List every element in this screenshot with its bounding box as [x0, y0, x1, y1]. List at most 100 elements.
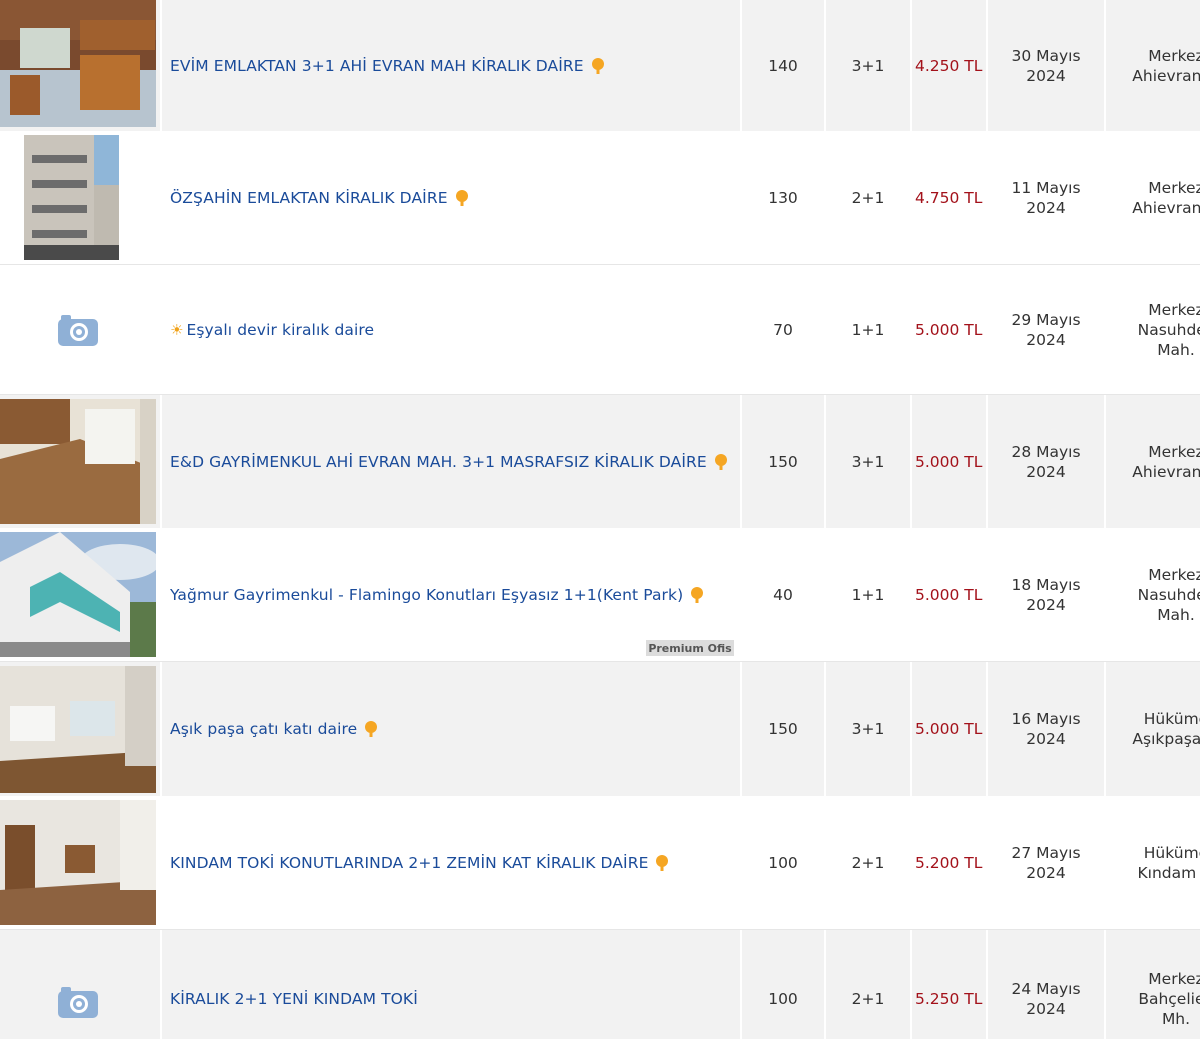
date-year: 2024 — [1026, 198, 1066, 217]
listing-location: Hüküme Kındam M — [1106, 796, 1200, 929]
listing-thumbnail[interactable] — [0, 796, 156, 929]
table-row[interactable]: Aşık paşa çatı katı daire 150 3+1 5.000 … — [0, 662, 1200, 796]
listing-price: 5.000 TL — [915, 720, 983, 738]
listing-rooms: 3+1 — [851, 452, 885, 471]
listing-date: 11 Mayıs 2024 — [988, 131, 1104, 264]
location-pin-icon — [591, 57, 604, 74]
table-row[interactable]: Yağmur Gayrimenkul - Flamingo Konutları … — [0, 528, 1200, 662]
location-line-1: Merkez — [1148, 970, 1200, 988]
listing-location: Hüküme Aşıkpaşa M — [1106, 662, 1200, 796]
listing-title-link[interactable]: Yağmur Gayrimenkul - Flamingo Konutları … — [170, 586, 683, 604]
location-line-2: Bahçeliev — [1138, 990, 1200, 1008]
date-day: 29 Mayıs — [1011, 310, 1081, 329]
date-year: 2024 — [1026, 1000, 1066, 1018]
listing-title-cell: E&D GAYRİMENKUL AHİ EVRAN MAH. 3+1 MASRA… — [162, 395, 740, 528]
listing-m2: 150 — [768, 720, 798, 738]
listing-m2: 40 — [773, 585, 793, 604]
location-line-1: Merkez — [1148, 300, 1200, 319]
listing-thumbnail[interactable] — [0, 131, 156, 264]
listing-date: 24 Mayıs 2024 — [988, 930, 1104, 1039]
empty-room-photo[interactable] — [0, 666, 156, 793]
location-line-3: Mh. — [1161, 1010, 1191, 1028]
listing-date: 30 Mayıs 2024 — [988, 0, 1104, 131]
listing-title-cell: KİRALIK 2+1 YENİ KINDAM TOKİ — [162, 930, 740, 1039]
listing-price: 5.000 TL — [915, 585, 983, 604]
listing-title-link[interactable]: Eşyalı devir kiralık daire — [186, 321, 374, 339]
listing-location: Merkez Ahievran M — [1106, 395, 1200, 528]
listing-title-link[interactable]: E&D GAYRİMENKUL AHİ EVRAN MAH. 3+1 MASRA… — [170, 453, 707, 471]
listing-title-link[interactable]: ÖZŞAHİN EMLAKTAN KİRALIK DAİRE — [170, 189, 448, 207]
listing-date: 18 Mayıs 2024 — [988, 528, 1104, 661]
location-line-1: Hüküme — [1143, 710, 1200, 728]
date-day: 18 Mayıs — [1011, 575, 1081, 594]
table-row[interactable]: KINDAM TOKİ KONUTLARINDA 2+1 ZEMİN KAT K… — [0, 796, 1200, 930]
listing-title-link[interactable]: KİRALIK 2+1 YENİ KINDAM TOKİ — [170, 990, 418, 1008]
building-photo[interactable] — [24, 135, 119, 260]
listing-thumbnail[interactable] — [0, 0, 156, 131]
listing-location: Merkez Ahievran M — [1106, 131, 1200, 264]
listing-title-link[interactable]: KINDAM TOKİ KONUTLARINDA 2+1 ZEMİN KAT K… — [170, 854, 648, 872]
listing-rooms: 2+1 — [851, 990, 885, 1008]
listing-title-link[interactable]: Aşık paşa çatı katı daire — [170, 720, 357, 738]
date-year: 2024 — [1026, 595, 1066, 614]
listing-thumbnail[interactable] — [0, 662, 156, 796]
listing-thumbnail[interactable] — [0, 930, 156, 1039]
location-pin-icon — [691, 586, 704, 603]
date-day: 24 Mayıs — [1011, 980, 1081, 998]
listing-price: 5.250 TL — [915, 990, 983, 1008]
listing-title-cell: ☀ Eşyalı devir kiralık daire — [162, 265, 740, 394]
location-line-1: Hüküme — [1143, 843, 1200, 862]
room-photo[interactable] — [0, 399, 156, 524]
listing-location: Merkez Nasuhdec Mah. — [1106, 265, 1200, 394]
listing-rooms: 1+1 — [851, 585, 885, 604]
listing-m2: 150 — [768, 452, 798, 471]
interior-photo[interactable] — [0, 800, 156, 925]
listing-thumbnail[interactable] — [0, 528, 156, 661]
listing-m2: 130 — [768, 188, 798, 207]
table-row[interactable]: ☀ Eşyalı devir kiralık daire 70 1+1 5.00… — [0, 265, 1200, 395]
table-row[interactable]: EVİM EMLAKTAN 3+1 AHİ EVRAN MAH KİRALIK … — [0, 0, 1200, 131]
kitchen-photo[interactable] — [0, 0, 156, 127]
date-day: 11 Mayıs — [1011, 178, 1081, 197]
location-line-1: Merkez — [1148, 565, 1200, 584]
location-line-1: Merkez — [1148, 442, 1200, 461]
listing-date: 28 Mayıs 2024 — [988, 395, 1104, 528]
listing-title-cell: KINDAM TOKİ KONUTLARINDA 2+1 ZEMİN KAT K… — [162, 796, 740, 929]
date-year: 2024 — [1026, 863, 1066, 882]
location-line-2: Aşıkpaşa M — [1132, 730, 1200, 748]
listing-price: 5.000 TL — [915, 452, 983, 471]
location-line-2: Ahievran M — [1132, 198, 1200, 217]
location-pin-icon — [714, 453, 727, 470]
listing-thumbnail[interactable] — [0, 265, 156, 394]
listing-rooms: 1+1 — [851, 320, 885, 339]
location-pin-icon — [365, 721, 378, 737]
listing-title-link[interactable]: EVİM EMLAKTAN 3+1 AHİ EVRAN MAH KİRALIK … — [170, 57, 584, 75]
listing-price: 4.750 TL — [915, 188, 983, 207]
facade-photo[interactable] — [0, 532, 156, 657]
listing-rooms: 3+1 — [851, 720, 885, 738]
premium-ofis-badge: Premium Ofis — [646, 640, 734, 656]
location-line-3: Mah. — [1157, 340, 1195, 359]
table-row[interactable]: E&D GAYRİMENKUL AHİ EVRAN MAH. 3+1 MASRA… — [0, 395, 1200, 528]
table-row[interactable]: ÖZŞAHİN EMLAKTAN KİRALIK DAİRE 130 2+1 4… — [0, 131, 1200, 265]
location-pin-icon — [656, 854, 669, 871]
listing-rooms: 2+1 — [851, 188, 885, 207]
listing-price: 5.000 TL — [915, 320, 983, 339]
listing-title-cell: Aşık paşa çatı katı daire — [162, 662, 740, 796]
date-day: 28 Mayıs — [1011, 442, 1081, 461]
location-line-2: Nasuhdec — [1137, 585, 1200, 604]
listing-thumbnail[interactable] — [0, 395, 156, 528]
listing-location: Merkez Bahçeliev Mh. — [1106, 930, 1200, 1039]
listing-title-cell: ÖZŞAHİN EMLAKTAN KİRALIK DAİRE — [162, 131, 740, 264]
listing-date: 29 Mayıs 2024 — [988, 265, 1104, 394]
listing-location: Merkez Nasuhdec Mah. — [1106, 528, 1200, 661]
table-row[interactable]: KİRALIK 2+1 YENİ KINDAM TOKİ 100 2+1 5.2… — [0, 930, 1200, 1039]
camera-icon — [58, 987, 98, 1018]
listing-m2: 100 — [768, 990, 798, 1008]
location-line-2: Ahievran M — [1132, 66, 1200, 85]
date-year: 2024 — [1026, 730, 1066, 748]
date-year: 2024 — [1026, 66, 1066, 85]
date-year: 2024 — [1026, 462, 1066, 481]
date-day: 16 Mayıs — [1011, 710, 1081, 728]
date-day: 30 Mayıs — [1011, 46, 1081, 65]
